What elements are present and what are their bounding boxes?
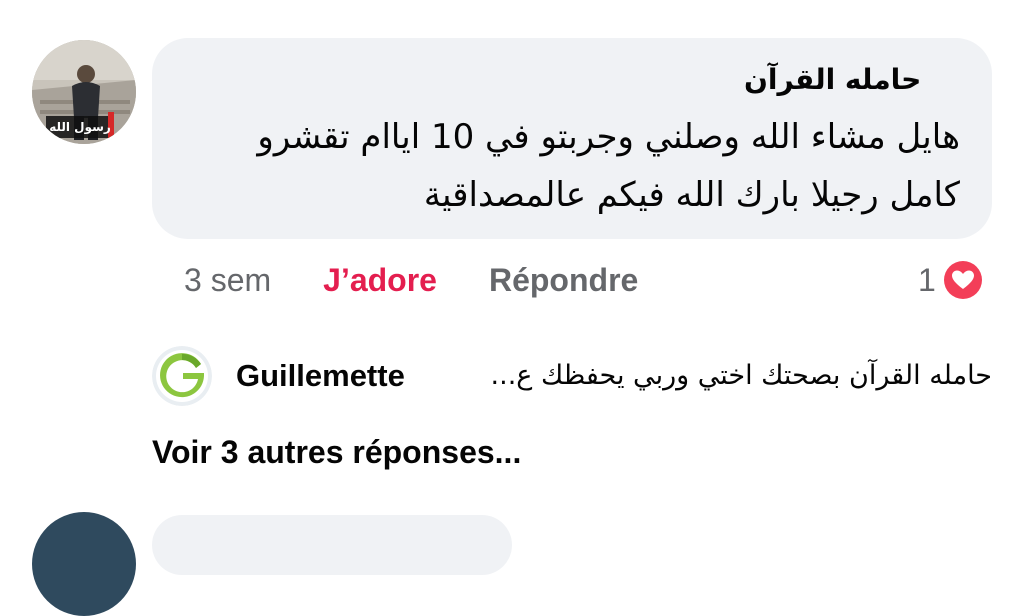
- next-comment-bubble: [152, 515, 512, 575]
- comment-timestamp[interactable]: 3 sem: [184, 262, 271, 299]
- commenter-avatar[interactable]: رسول الله: [32, 40, 136, 144]
- like-button[interactable]: J’adore: [323, 262, 437, 299]
- heart-icon: [939, 257, 986, 303]
- g-logo-icon: [152, 346, 212, 406]
- view-more-replies-link[interactable]: Voir 3 autres réponses...: [152, 426, 521, 478]
- reaction-summary[interactable]: 1: [918, 256, 986, 304]
- comment-bubble: حامله القرآن هايل مشاء الله وصلني وجربتو…: [152, 38, 992, 239]
- next-comment-avatar[interactable]: [32, 512, 136, 616]
- avatar-badge-text: رسول الله: [49, 120, 111, 134]
- reply-text: حامله القرآن بصحتك اختي وربي يحفظك ع...: [490, 360, 992, 391]
- reply-author[interactable]: Guillemette: [236, 346, 405, 406]
- reaction-count: 1: [918, 261, 936, 298]
- reply-preview[interactable]: Guillemette حامله القرآن بصحتك اختي وربي…: [152, 346, 992, 406]
- comment-author[interactable]: حامله القرآن: [744, 58, 960, 102]
- comment-text: هايل مشاء الله وصلني وجربتو في 10 اياام …: [257, 117, 960, 215]
- reply-avatar[interactable]: [152, 346, 212, 406]
- comment-actions: 3 sem J’adore Répondre: [184, 256, 638, 304]
- reply-button[interactable]: Répondre: [489, 262, 638, 299]
